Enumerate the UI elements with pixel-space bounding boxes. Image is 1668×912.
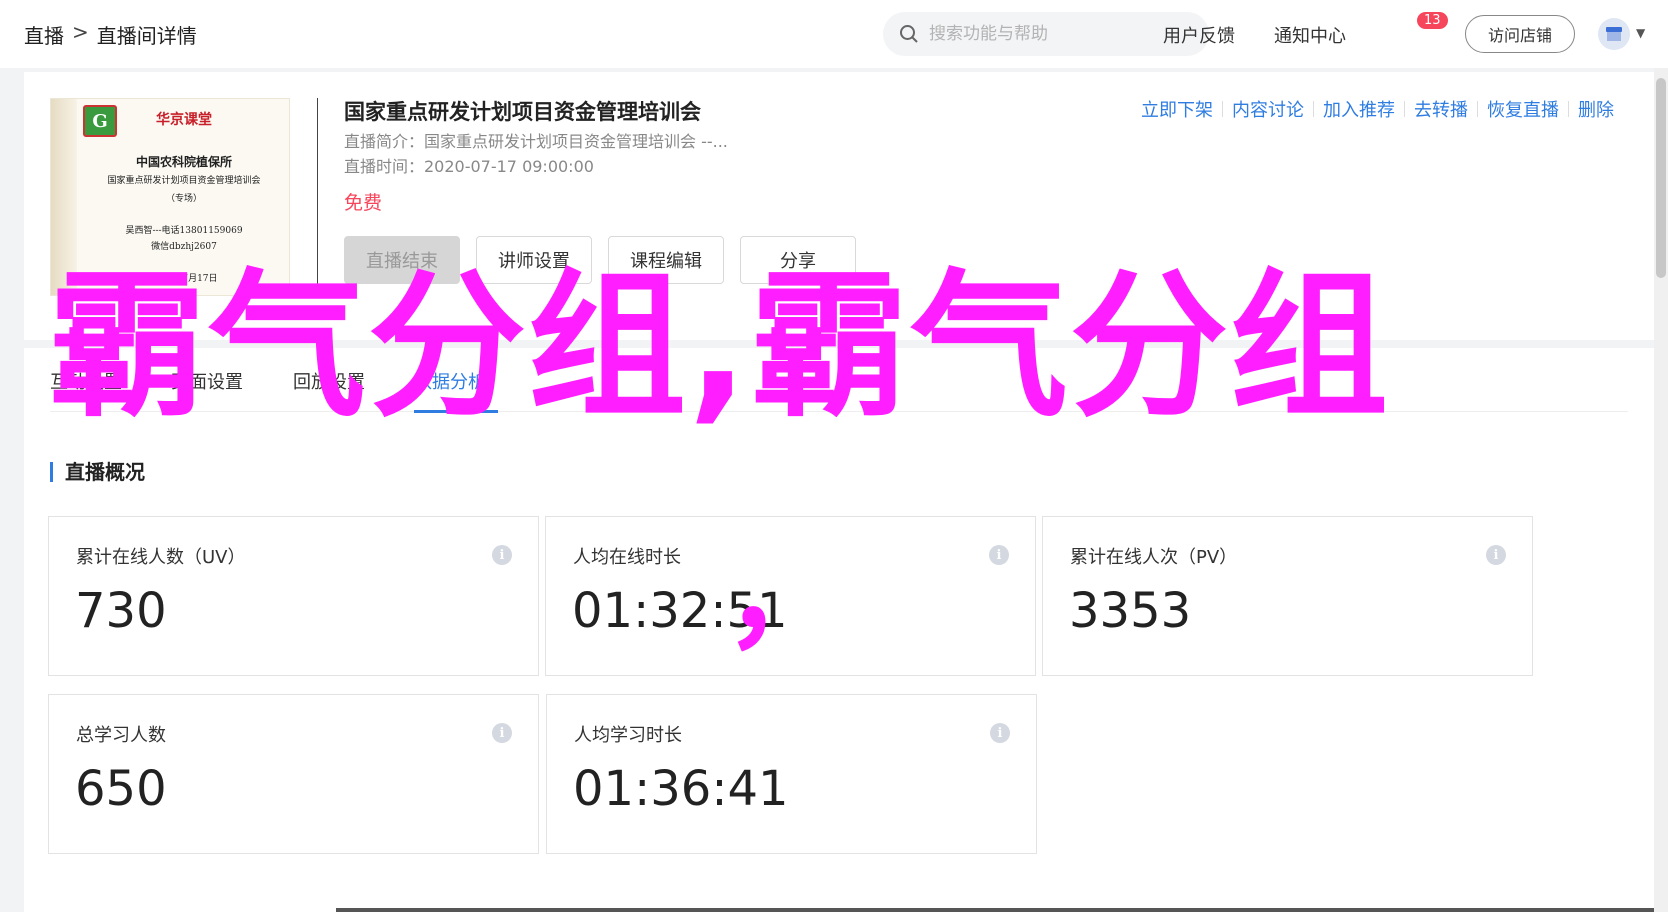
discussion-link[interactable]: 内容讨论: [1232, 96, 1304, 122]
stat-label: 人均在线时长: [573, 547, 681, 568]
scrollbar-thumb[interactable]: [1656, 78, 1666, 278]
search-icon: [900, 25, 918, 43]
stat-label: 人均学习时长: [574, 725, 682, 746]
info-icon[interactable]: i: [989, 545, 1009, 565]
info-icon[interactable]: i: [1486, 545, 1506, 565]
section-title: 直播概况: [50, 462, 145, 482]
action-divider: [1222, 101, 1223, 117]
stat-card-uv: 累计在线人数（UV） i 730: [48, 516, 539, 676]
chevron-down-icon[interactable]: ▼: [1636, 26, 1645, 40]
stat-card-pv: 累计在线人次（PV） i 3353: [1042, 516, 1533, 676]
stat-label: 累计在线人数（UV）: [76, 547, 246, 568]
info-icon[interactable]: i: [990, 723, 1010, 743]
breadcrumb-root-link[interactable]: 直播: [24, 20, 64, 49]
stat-card-learners: 总学习人数 i 650: [48, 694, 539, 854]
cover-org: 中国农科院植保所: [135, 155, 232, 169]
action-divider: [1313, 101, 1314, 117]
delete-link[interactable]: 删除: [1578, 96, 1614, 122]
info-icon[interactable]: i: [492, 723, 512, 743]
cover-contact-wechat: 微信dbzhj2607: [151, 242, 217, 252]
feedback-link[interactable]: 用户反馈: [1163, 22, 1235, 48]
take-down-link[interactable]: 立即下架: [1141, 96, 1213, 122]
cover-contact-phone: 吴西智---电话13801159069: [125, 226, 243, 236]
watermark-text: 霸气分组,霸气分组: [48, 255, 1391, 439]
notice-count-badge: 13: [1417, 12, 1448, 29]
watermark-comma: ，: [724, 526, 844, 665]
stat-value: 01:36:41: [573, 761, 789, 817]
stat-card-avg-learning: 人均学习时长 i 01:36:41: [546, 694, 1037, 854]
avatar[interactable]: [1598, 18, 1630, 50]
action-divider: [1477, 101, 1478, 117]
action-divider: [1568, 101, 1569, 117]
stat-value: 730: [75, 583, 167, 639]
course-title: 国家重点研发计划项目资金管理培训会: [344, 100, 701, 124]
search-input[interactable]: [929, 24, 1189, 44]
page-scrollbar[interactable]: [1654, 68, 1668, 912]
cover-brand: 华京课堂: [156, 112, 212, 128]
breadcrumb-current: 直播间详情: [96, 24, 197, 48]
stat-label: 总学习人数: [76, 725, 166, 746]
course-price: 免费: [344, 192, 383, 214]
action-divider: [1404, 101, 1405, 117]
rebroadcast-link[interactable]: 去转播: [1414, 96, 1468, 122]
resume-live-link[interactable]: 恢复直播: [1487, 96, 1559, 122]
breadcrumb: 直播 > 直播间详情: [24, 20, 197, 49]
course-actions: 立即下架 内容讨论 加入推荐 去转播 恢复直播 删除: [1141, 96, 1614, 122]
info-icon[interactable]: i: [492, 545, 512, 565]
course-intro: 直播简介：国家重点研发计划项目资金管理培训会 --...: [344, 132, 728, 151]
recommend-link[interactable]: 加入推荐: [1323, 96, 1395, 122]
stat-label: 累计在线人次（PV）: [1070, 547, 1238, 568]
stat-value: 3353: [1069, 583, 1192, 639]
course-time: 直播时间：2020-07-17 09:00:00: [344, 157, 594, 176]
bottom-divider: [336, 908, 1654, 912]
cover-note: （专场）: [165, 194, 202, 204]
search-box[interactable]: [883, 12, 1209, 56]
notice-center-link[interactable]: 通知中心: [1274, 22, 1346, 48]
breadcrumb-separator: >: [72, 20, 89, 44]
visit-store-button[interactable]: 访问店铺: [1465, 15, 1575, 53]
stat-value: 650: [75, 761, 167, 817]
cover-subject: 国家重点研发计划项目资金管理培训会: [107, 176, 261, 186]
store-icon: [1606, 27, 1622, 41]
top-bar: 直播 > 直播间详情 用户反馈 通知中心 13 访问店铺 ▼: [0, 0, 1668, 68]
